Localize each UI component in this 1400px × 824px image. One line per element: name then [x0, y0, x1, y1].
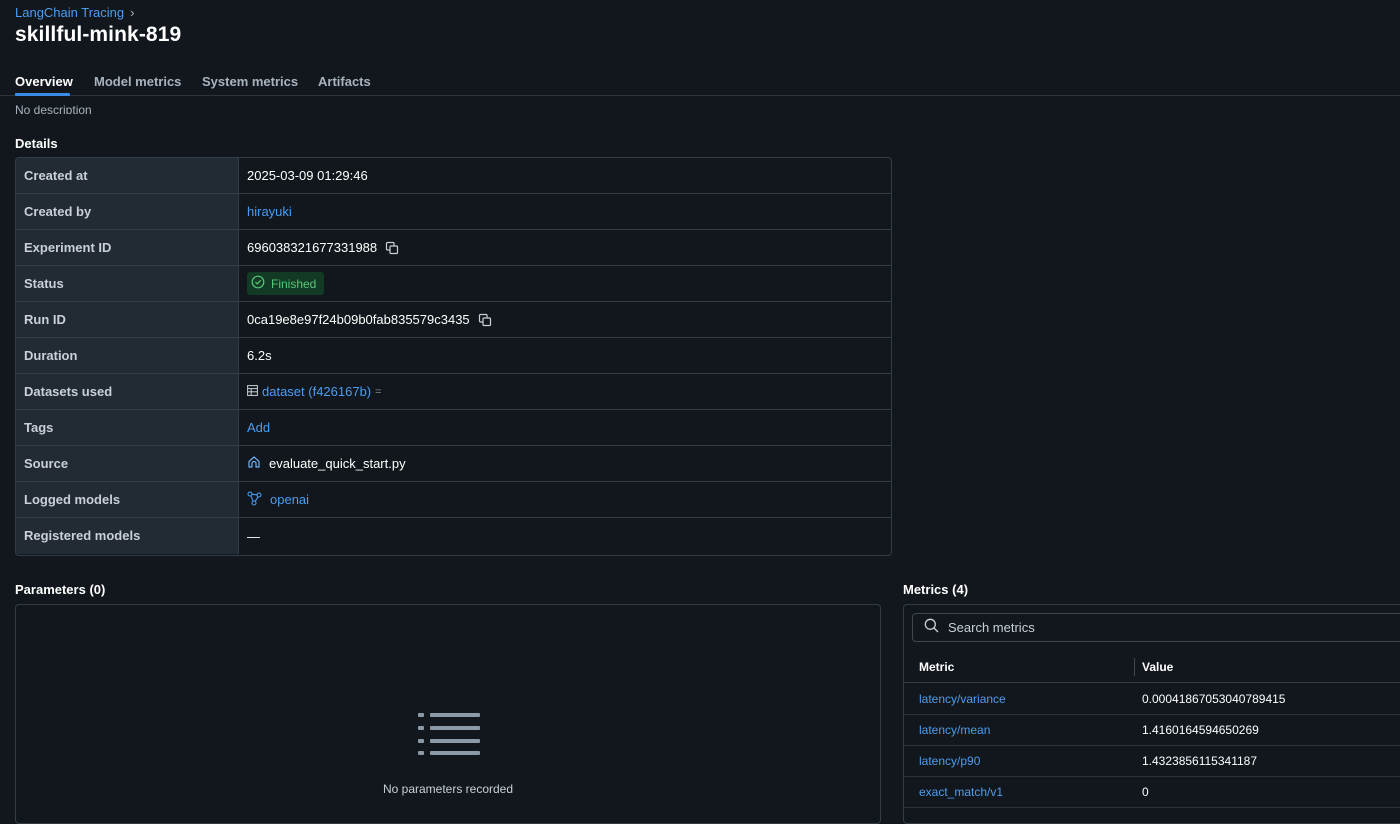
details-row-source: Source evaluate_quick_start.py: [16, 446, 891, 482]
search-metrics-input[interactable]: [946, 619, 1350, 636]
details-row-run-id: Run ID 0ca19e8e97f24b09b0fab835579c3435: [16, 302, 891, 338]
created-at-value: 2025-03-09 01:29:46: [247, 168, 368, 183]
metrics-search: [912, 613, 1400, 642]
tab-system-metrics[interactable]: System metrics: [202, 74, 298, 89]
tab-model-metrics[interactable]: Model metrics: [94, 74, 181, 89]
table-row: latency/p90 1.4323856115341187: [904, 745, 1400, 777]
status-badge: Finished: [247, 272, 325, 295]
details-row-registered-models: Registered models —: [16, 518, 891, 554]
breadcrumb-experiment-link[interactable]: LangChain Tracing: [15, 5, 124, 20]
dataset-link[interactable]: dataset (f426167b): [262, 384, 371, 399]
run-id-value: 0ca19e8e97f24b09b0fab835579c3435: [247, 312, 470, 327]
metric-value: 1.4323856115341187: [1142, 754, 1258, 768]
metric-name-link[interactable]: latency/mean: [919, 723, 990, 737]
copy-icon[interactable]: [478, 313, 492, 327]
details-label: Registered models: [16, 518, 239, 554]
created-by-link[interactable]: hirayuki: [247, 204, 292, 219]
metric-name-link[interactable]: latency/variance: [919, 692, 1006, 706]
details-label: Run ID: [16, 302, 239, 337]
dataset-suffix: =: [375, 385, 382, 398]
table-icon: [247, 384, 258, 399]
duration-value: 6.2s: [247, 348, 272, 363]
table-row: latency/variance 0.00041867053040789415: [904, 683, 1400, 715]
metrics-table-header: Metric Value: [904, 652, 1400, 683]
metrics-panel: Metric Value latency/variance 0.00041867…: [903, 604, 1400, 824]
metrics-heading: Metrics (4): [903, 582, 969, 597]
details-row-datasets: Datasets used dataset (f426167b) =: [16, 374, 891, 410]
details-row-status: Status Finished: [16, 266, 891, 302]
details-row-logged-models: Logged models openai: [16, 482, 891, 518]
metric-column-header[interactable]: Metric: [919, 660, 954, 674]
details-row-created-at: Created at 2025-03-09 01:29:46: [16, 158, 891, 194]
details-label: Experiment ID: [16, 230, 239, 265]
details-label: Duration: [16, 338, 239, 373]
details-label: Source: [16, 446, 239, 481]
details-label: Datasets used: [16, 374, 239, 409]
parameters-panel: No parameters recorded: [15, 604, 881, 824]
copy-icon[interactable]: [385, 241, 399, 255]
breadcrumb-separator: ›: [130, 5, 135, 20]
value-column-header[interactable]: Value: [1142, 660, 1173, 674]
notebook-icon: [247, 455, 261, 472]
details-label: Status: [16, 266, 239, 301]
logged-model-link[interactable]: openai: [270, 492, 309, 507]
details-heading: Details: [15, 136, 58, 151]
model-icon: [247, 490, 262, 509]
tab-bar: Overview Model metrics System metrics Ar…: [0, 70, 1400, 96]
details-row-duration: Duration 6.2s: [16, 338, 891, 374]
empty-parameters-text: No parameters recorded: [382, 782, 514, 796]
table-row: latency/mean 1.4160164594650269: [904, 714, 1400, 746]
experiment-id-value: 696038321677331988: [247, 240, 378, 255]
details-table: Created at 2025-03-09 01:29:46 Created b…: [15, 157, 892, 556]
table-row: exact_match/v1 0: [904, 776, 1400, 808]
tab-overview[interactable]: Overview: [15, 74, 73, 89]
search-icon: [924, 618, 939, 638]
check-circle-icon: [251, 275, 265, 292]
run-description[interactable]: No description: [15, 104, 92, 114]
metric-name-link[interactable]: exact_match/v1: [919, 785, 1003, 799]
details-label: Tags: [16, 410, 239, 445]
details-label: Created at: [16, 158, 239, 193]
parameters-heading: Parameters (0): [15, 582, 106, 597]
details-row-created-by: Created by hirayuki: [16, 194, 891, 230]
details-row-tags: Tags Add: [16, 410, 891, 446]
active-tab-indicator: [15, 93, 70, 96]
tab-artifacts[interactable]: Artifacts: [318, 74, 371, 89]
breadcrumb: LangChain Tracing ›: [15, 5, 134, 20]
metric-value: 0: [1142, 785, 1149, 799]
page-title: skillful-mink-819: [15, 23, 182, 46]
details-label: Created by: [16, 194, 239, 229]
metric-name-link[interactable]: latency/p90: [919, 754, 980, 768]
metric-value: 1.4160164594650269: [1142, 723, 1259, 737]
source-file[interactable]: evaluate_quick_start.py: [269, 456, 406, 471]
details-row-experiment-id: Experiment ID 696038321677331988: [16, 230, 891, 266]
list-icon: [418, 711, 480, 762]
metric-value: 0.00041867053040789415: [1142, 692, 1286, 706]
column-divider[interactable]: [1134, 658, 1135, 676]
registered-models-value: —: [247, 528, 260, 544]
details-label: Logged models: [16, 482, 239, 517]
add-tag-button[interactable]: Add: [247, 420, 270, 435]
status-text: Finished: [271, 276, 317, 291]
